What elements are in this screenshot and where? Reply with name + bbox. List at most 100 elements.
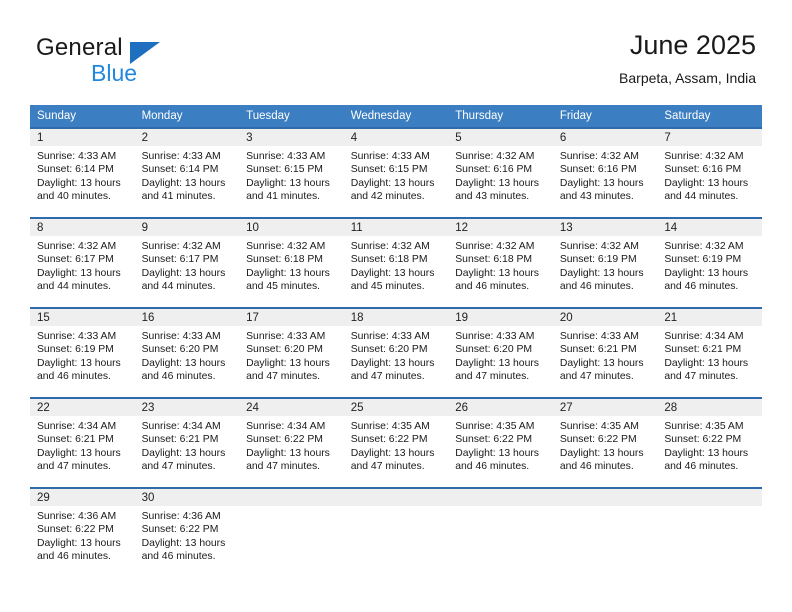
day-cell[interactable]: 16 Sunrise: 4:33 AM Sunset: 6:20 PM Dayligh… — [134, 307, 240, 398]
day-number: 16 — [134, 309, 240, 326]
sunset-text: Sunset: 6:16 PM — [664, 164, 742, 176]
day-cell[interactable]: 17 Sunrise: 4:33 AM Sunset: 6:20 PM Dayligh… — [239, 307, 344, 398]
day-cell[interactable]: 13 Sunrise: 4:32 AM Sunset: 6:19 PM Dayligh… — [552, 217, 658, 308]
day-cell[interactable]: 1 Sunrise: 4:33 AM Sunset: 6:14 PM Daylight… — [30, 127, 135, 218]
day-cell[interactable]: 27 Sunrise: 4:35 AM Sunset: 6:22 PM Dayligh… — [552, 397, 658, 488]
day-details: Sunrise: 4:33 AM Sunset: 6:14 PM Daylight:… — [135, 146, 240, 204]
day-details: Sunrise: 4:33 AM Sunset: 6:14 PM Daylight:… — [30, 146, 135, 204]
day-cell[interactable]: 19 Sunrise: 4:33 AM Sunset: 6:20 PM Dayligh… — [448, 307, 553, 398]
sunset-text: Sunset: 6:22 PM — [559, 434, 637, 446]
weekday-header-tuesday: Tuesday — [239, 105, 344, 128]
day-cell[interactable]: 9 Sunrise: 4:32 AM Sunset: 6:17 PM Daylight… — [134, 217, 240, 308]
brand-name-general: General — [36, 34, 123, 61]
day-cell[interactable]: 6 Sunrise: 4:32 AM Sunset: 6:16 PM Daylight… — [552, 127, 658, 218]
sunset-text: Sunset: 6:21 PM — [141, 434, 219, 446]
day-number: 8 — [30, 219, 135, 236]
day-cell[interactable]: 28 Sunrise: 4:35 AM Sunset: 6:22 PM Dayligh… — [657, 397, 762, 488]
day-cell[interactable]: 12 Sunrise: 4:32 AM Sunset: 6:18 PM Dayligh… — [448, 217, 553, 308]
day-cell[interactable]: 10 Sunrise: 4:32 AM Sunset: 6:18 PM Dayligh… — [239, 217, 344, 308]
day-cell[interactable]: 7 Sunrise: 4:32 AM Sunset: 6:16 PM Daylight… — [657, 127, 762, 218]
week-row: 8 Sunrise: 4:32 AM Sunset: 6:17 PM Daylight… — [30, 217, 762, 308]
day-cell-empty — [343, 487, 449, 583]
sunset-text: Sunset: 6:19 PM — [37, 344, 114, 356]
daylight-text: Daylight: 13 hours and 41 minutes. — [246, 177, 330, 203]
day-number: 3 — [239, 129, 344, 146]
sunset-text: Sunset: 6:21 PM — [37, 434, 114, 446]
daylight-text: Daylight: 13 hours and 47 minutes. — [664, 357, 749, 383]
page-title: June 2025 — [629, 30, 756, 60]
day-details: Sunrise: 4:32 AM Sunset: 6:17 PM Daylight:… — [135, 236, 240, 294]
daylight-text: Daylight: 13 hours and 46 minutes. — [37, 537, 121, 563]
sunrise-text: Sunrise: 4:32 AM — [664, 241, 744, 252]
day-cell[interactable]: 25 Sunrise: 4:35 AM Sunset: 6:22 PM Dayligh… — [343, 397, 449, 488]
day-number — [552, 489, 658, 506]
brand-name-blue: Blue — [91, 60, 138, 86]
day-cell[interactable]: 22 Sunrise: 4:34 AM Sunset: 6:21 PM Dayligh… — [30, 397, 135, 488]
daylight-text: Daylight: 13 hours and 45 minutes. — [350, 267, 435, 293]
sunrise-text: Sunrise: 4:32 AM — [455, 241, 535, 252]
day-cell-empty — [448, 487, 553, 583]
day-cell[interactable]: 20 Sunrise: 4:33 AM Sunset: 6:21 PM Dayligh… — [552, 307, 658, 398]
week-row: 22 Sunrise: 4:34 AM Sunset: 6:21 PM Dayligh… — [30, 397, 762, 488]
day-number — [239, 489, 344, 506]
day-number: 1 — [30, 129, 135, 146]
calendar-page: General Blue June 2025 Barpeta, Assam, I… — [0, 0, 792, 612]
sunset-text: Sunset: 6:22 PM — [664, 434, 742, 446]
daylight-text: Daylight: 13 hours and 44 minutes. — [37, 267, 121, 293]
sunset-text: Sunset: 6:22 PM — [246, 434, 323, 446]
day-cell[interactable]: 29 Sunrise: 4:36 AM Sunset: 6:22 PM Dayligh… — [30, 487, 135, 583]
day-cell[interactable]: 8 Sunrise: 4:32 AM Sunset: 6:17 PM Daylight… — [30, 217, 135, 308]
day-cell[interactable]: 14 Sunrise: 4:32 AM Sunset: 6:19 PM Dayligh… — [657, 217, 762, 308]
daylight-text: Daylight: 13 hours and 45 minutes. — [246, 267, 330, 293]
generalblue-logo[interactable]: General Blue — [36, 34, 256, 94]
day-number: 24 — [239, 399, 344, 416]
sunrise-text: Sunrise: 4:32 AM — [455, 151, 535, 162]
sunrise-text: Sunrise: 4:33 AM — [141, 151, 221, 162]
daylight-text: Daylight: 13 hours and 46 minutes. — [664, 447, 749, 473]
sunrise-text: Sunrise: 4:33 AM — [141, 331, 221, 342]
daylight-text: Daylight: 13 hours and 42 minutes. — [350, 177, 435, 203]
day-cell[interactable]: 21 Sunrise: 4:34 AM Sunset: 6:21 PM Dayligh… — [657, 307, 762, 398]
day-number: 21 — [657, 309, 762, 326]
sunset-text: Sunset: 6:17 PM — [141, 254, 219, 266]
day-details: Sunrise: 4:32 AM Sunset: 6:19 PM Daylight:… — [657, 236, 762, 294]
day-details: Sunrise: 4:35 AM Sunset: 6:22 PM Daylight:… — [448, 416, 553, 474]
sunset-text: Sunset: 6:18 PM — [455, 254, 533, 266]
day-cell[interactable]: 5 Sunrise: 4:32 AM Sunset: 6:16 PM Daylight… — [448, 127, 553, 218]
page-header: General Blue June 2025 Barpeta, Assam, I… — [0, 0, 792, 100]
sunrise-text: Sunrise: 4:32 AM — [350, 241, 430, 252]
day-number: 27 — [552, 399, 658, 416]
daylight-text: Daylight: 13 hours and 46 minutes. — [559, 447, 644, 473]
calendar-table: Sunday Monday Tuesday Wednesday Thursday… — [30, 105, 762, 583]
sunset-text: Sunset: 6:20 PM — [455, 344, 533, 356]
day-cell[interactable]: 2 Sunrise: 4:33 AM Sunset: 6:14 PM Daylight… — [134, 127, 240, 218]
sunrise-text: Sunrise: 4:32 AM — [246, 241, 326, 252]
day-cell[interactable]: 23 Sunrise: 4:34 AM Sunset: 6:21 PM Dayligh… — [134, 397, 240, 488]
sunset-text: Sunset: 6:20 PM — [350, 344, 428, 356]
sunset-text: Sunset: 6:15 PM — [246, 164, 323, 176]
sunrise-text: Sunrise: 4:34 AM — [37, 421, 117, 432]
day-cell[interactable]: 3 Sunrise: 4:33 AM Sunset: 6:15 PM Daylight… — [239, 127, 344, 218]
sunrise-text: Sunrise: 4:36 AM — [37, 511, 117, 522]
day-details: Sunrise: 4:34 AM Sunset: 6:22 PM Daylight:… — [239, 416, 344, 474]
day-details — [448, 506, 553, 510]
day-details: Sunrise: 4:35 AM Sunset: 6:22 PM Daylight:… — [344, 416, 449, 474]
day-cell[interactable]: 26 Sunrise: 4:35 AM Sunset: 6:22 PM Dayligh… — [448, 397, 553, 488]
day-cell[interactable]: 11 Sunrise: 4:32 AM Sunset: 6:18 PM Dayligh… — [343, 217, 449, 308]
daylight-text: Daylight: 13 hours and 46 minutes. — [559, 267, 644, 293]
location-subtitle: Barpeta, Assam, India — [619, 70, 756, 86]
daylight-text: Daylight: 13 hours and 47 minutes. — [350, 447, 435, 473]
day-cell[interactable]: 15 Sunrise: 4:33 AM Sunset: 6:19 PM Dayligh… — [30, 307, 135, 398]
sunset-text: Sunset: 6:14 PM — [141, 164, 219, 176]
day-number: 2 — [134, 129, 240, 146]
day-details: Sunrise: 4:33 AM Sunset: 6:19 PM Daylight:… — [30, 326, 135, 384]
daylight-text: Daylight: 13 hours and 44 minutes. — [141, 267, 226, 293]
day-cell[interactable]: 4 Sunrise: 4:33 AM Sunset: 6:15 PM Daylight… — [343, 127, 449, 218]
day-details — [553, 506, 658, 510]
day-cell[interactable]: 24 Sunrise: 4:34 AM Sunset: 6:22 PM Dayligh… — [239, 397, 344, 488]
day-cell[interactable]: 18 Sunrise: 4:33 AM Sunset: 6:20 PM Dayligh… — [343, 307, 449, 398]
weekday-header-row: Sunday Monday Tuesday Wednesday Thursday… — [30, 105, 762, 128]
day-cell[interactable]: 30 Sunrise: 4:36 AM Sunset: 6:22 PM Dayligh… — [134, 487, 240, 583]
daylight-text: Daylight: 13 hours and 40 minutes. — [37, 177, 121, 203]
day-details: Sunrise: 4:32 AM Sunset: 6:16 PM Daylight:… — [657, 146, 762, 204]
